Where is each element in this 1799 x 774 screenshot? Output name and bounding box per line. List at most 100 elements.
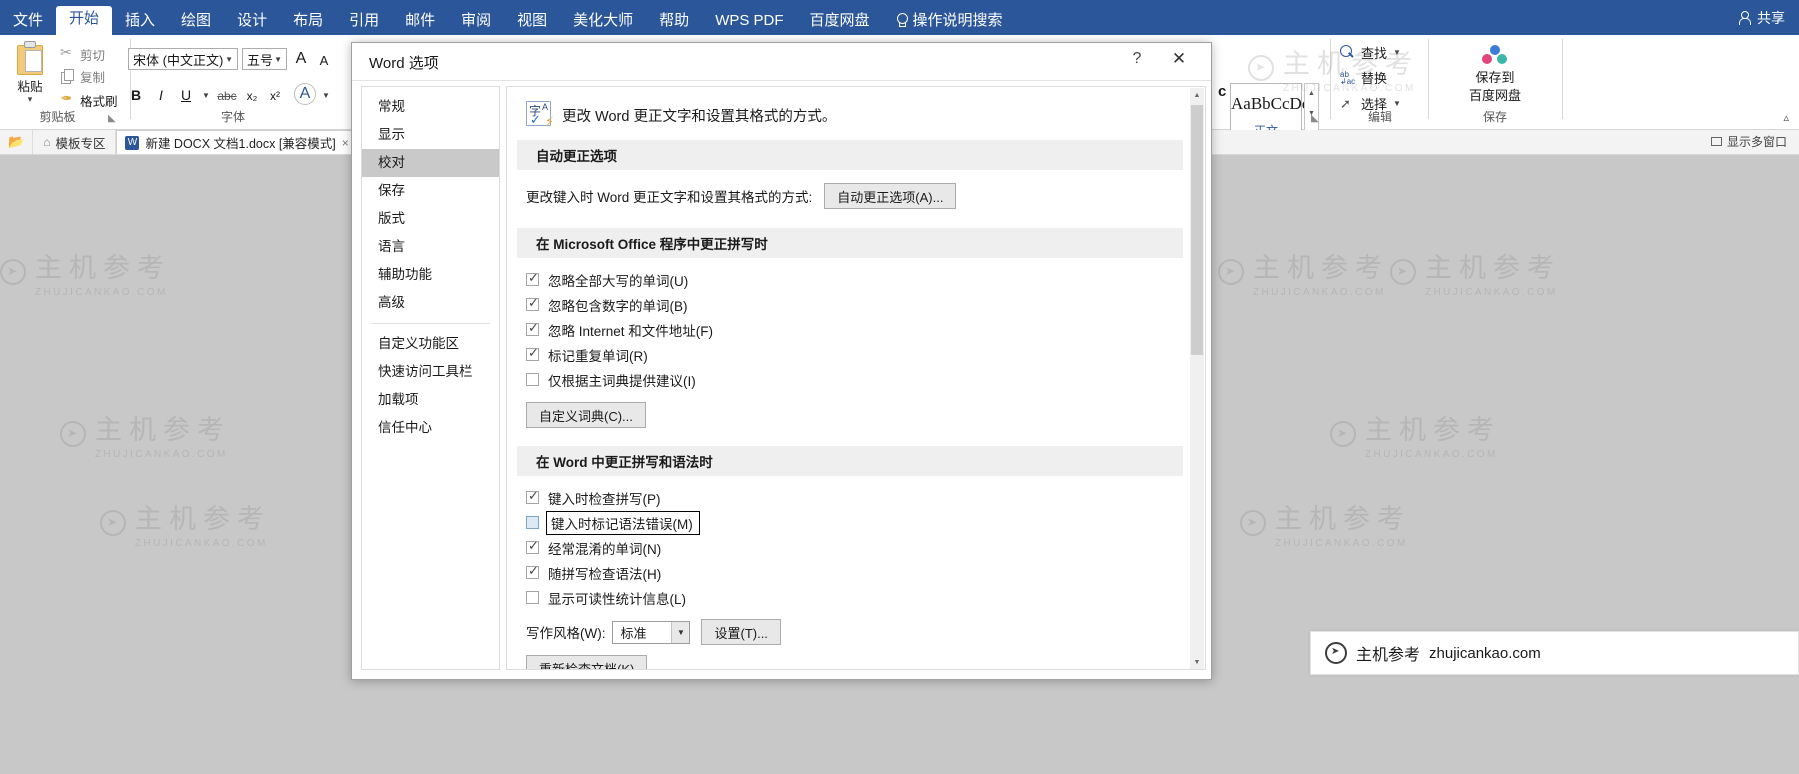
underline-dropdown-caret-icon[interactable]: ▼ (200, 87, 212, 103)
checkbox-ignore-internet-addresses[interactable] (526, 320, 539, 336)
nav-item-proofing[interactable]: 校对 (362, 149, 499, 177)
dialog-pane-scrollbar[interactable]: ▲ ▼ (1190, 88, 1204, 669)
nav-item-general[interactable]: 常规 (362, 93, 499, 121)
checkbox-row-show-readability-statistics[interactable]: 显示可读性统计信息(L) (507, 585, 1193, 610)
nav-item-accessibility[interactable]: 辅助功能 (362, 261, 499, 289)
checkbox-frequently-confused-words[interactable] (526, 538, 539, 554)
checkbox-ignore-uppercase[interactable] (526, 270, 539, 286)
text-effects-icon[interactable]: A (294, 83, 316, 105)
tell-me-search[interactable]: 操作说明搜索 (883, 8, 1016, 35)
close-button[interactable]: ✕ (1167, 49, 1191, 69)
subscript-button[interactable]: x₂ (243, 87, 261, 105)
font-name-combo[interactable]: 宋体 (中文正文) ▼ (128, 48, 238, 70)
checkbox-mark-grammar-errors-as-you-type[interactable] (526, 516, 539, 529)
nav-item-advanced[interactable]: 高级 (362, 289, 499, 317)
checkbox-row-check-grammar-with-spelling[interactable]: 随拼写检查语法(H) (507, 560, 1193, 585)
ribbon-tab-design[interactable]: 设计 (224, 8, 280, 35)
superscript-button[interactable]: x² (266, 87, 284, 105)
writing-style-combo[interactable]: 标准 ▼ (612, 620, 691, 644)
copy-button[interactable]: 复制 (60, 67, 105, 86)
document-tab[interactable]: W 新建 DOCX 文档1.docx [兼容模式] × (116, 130, 358, 154)
nav-item-customize-ribbon[interactable]: 自定义功能区 (362, 330, 499, 358)
find-button[interactable]: 查找 ▼ (1340, 43, 1401, 62)
shrink-font-button[interactable]: A (315, 50, 333, 70)
replace-icon: ab ↲ac (1340, 69, 1356, 86)
scroll-up-arrow-icon[interactable]: ▲ (1190, 88, 1204, 103)
bold-button[interactable]: B (127, 85, 145, 105)
ribbon-tab-draw[interactable]: 绘图 (168, 8, 224, 35)
site-badge-url: zhujicankao.com (1429, 644, 1541, 662)
ribbon-tab-beautify[interactable]: 美化大师 (560, 8, 646, 35)
document-tab-label: 新建 DOCX 文档1.docx [兼容模式] (145, 137, 336, 151)
checkbox-row-suggest-from-main-dictionary[interactable]: 仅根据主词典提供建议(I) (507, 367, 1193, 392)
paste-dropdown-caret-icon[interactable]: ▾ (8, 95, 52, 104)
checkbox-suggest-from-main-dictionary[interactable] (526, 373, 539, 386)
nav-item-quick-access-toolbar[interactable]: 快速访问工具栏 (362, 358, 499, 386)
chevron-down-icon[interactable]: ▼ (671, 621, 690, 643)
scrollbar-thumb[interactable] (1191, 105, 1203, 355)
checkbox-label: 忽略 Internet 和文件地址(F) (548, 323, 714, 339)
nav-item-save[interactable]: 保存 (362, 177, 499, 205)
checkbox-label: 显示可读性统计信息(L) (548, 591, 686, 607)
person-add-icon (1739, 11, 1753, 25)
template-zone-label: 模板专区 (55, 136, 106, 151)
ribbon-tab-home[interactable]: 开始 (56, 6, 113, 35)
styles-dialog-launcher[interactable]: ◣ (1311, 113, 1319, 124)
ribbon-tab-help[interactable]: 帮助 (646, 8, 702, 35)
ribbon-tab-file[interactable]: 文件 (0, 8, 56, 35)
recheck-document-button[interactable]: 重新检查文档(K) (526, 655, 648, 669)
ribbon-tab-review[interactable]: 审阅 (448, 8, 504, 35)
nav-item-display[interactable]: 显示 (362, 121, 499, 149)
checkbox-ignore-numbers[interactable] (526, 295, 539, 311)
ribbon-tab-insert[interactable]: 插入 (112, 8, 168, 35)
checkbox-check-spelling-as-you-type[interactable] (526, 488, 539, 504)
checkbox-flag-repeated-words[interactable] (526, 345, 539, 361)
nav-item-layout[interactable]: 版式 (362, 205, 499, 233)
template-zone-tab[interactable]: ⌂ 模板专区 (32, 130, 117, 154)
checkbox-row-check-spelling-as-you-type[interactable]: 键入时检查拼写(P) (507, 485, 1193, 510)
save-to-baidu-netdisk-button[interactable]: 保存到 百度网盘 (1440, 45, 1550, 105)
scroll-down-arrow-icon[interactable]: ▼ (1190, 655, 1204, 669)
strikethrough-button[interactable]: abc (216, 87, 238, 105)
ribbon-tab-mailings[interactable]: 邮件 (392, 8, 448, 35)
chevron-down-icon[interactable]: ▼ (1393, 48, 1401, 57)
grammar-settings-button[interactable]: 设置(T)... (701, 619, 781, 645)
close-tab-icon[interactable]: × (342, 136, 349, 150)
show-multiple-windows-button[interactable]: 显示多窗口 (1710, 133, 1787, 150)
ribbon-tab-layout[interactable]: 布局 (280, 8, 336, 35)
paste-button[interactable]: 粘贴 ▾ (8, 41, 52, 104)
share-button[interactable]: 共享 (1739, 8, 1785, 28)
autocorrect-options-button[interactable]: 自动更正选项(A)... (824, 183, 957, 209)
checkbox-row-ignore-internet-addresses[interactable]: 忽略 Internet 和文件地址(F) (507, 317, 1193, 342)
nav-item-addins[interactable]: 加载项 (362, 386, 499, 414)
nav-item-trust-center[interactable]: 信任中心 (362, 414, 499, 442)
text-effects-caret-icon[interactable]: ▼ (320, 87, 332, 103)
replace-button[interactable]: ab ↲ac 替换 (1340, 68, 1387, 87)
gallery-up-arrow-icon[interactable]: ▲ (1308, 90, 1315, 97)
clipboard-dialog-launcher[interactable]: ◣ (108, 113, 116, 124)
checkbox-check-grammar-with-spelling[interactable] (526, 563, 539, 579)
open-folder-icon[interactable]: 📂 (8, 134, 24, 150)
font-group-label: 字体 (220, 110, 245, 124)
grow-font-button[interactable]: A (292, 49, 310, 69)
chevron-down-icon[interactable]: ▼ (1393, 99, 1401, 108)
checkbox-show-readability-statistics[interactable] (526, 591, 539, 604)
ribbon-tab-wps-pdf[interactable]: WPS PDF (702, 8, 796, 35)
help-button[interactable]: ? (1125, 50, 1149, 68)
checkbox-row-flag-repeated-words[interactable]: 标记重复单词(R) (507, 342, 1193, 367)
checkbox-row-ignore-numbers[interactable]: 忽略包含数字的单词(B) (507, 292, 1193, 317)
dialog-title-bar: Word 选项 ? ✕ (352, 43, 1211, 81)
font-size-combo[interactable]: 五号 ▼ (242, 48, 287, 70)
ribbon-tab-view[interactable]: 视图 (504, 8, 560, 35)
italic-button[interactable]: I (152, 85, 170, 105)
ribbon-tab-references[interactable]: 引用 (336, 8, 392, 35)
checkbox-row-ignore-uppercase[interactable]: 忽略全部大写的单词(U) (507, 267, 1193, 292)
collapse-ribbon-icon[interactable]: ▵ (1783, 111, 1789, 124)
checkbox-row-mark-grammar-errors-as-you-type[interactable]: 键入时标记语法错误(M) (507, 510, 1193, 535)
checkbox-row-frequently-confused-words[interactable]: 经常混淆的单词(N) (507, 535, 1193, 560)
custom-dictionaries-button[interactable]: 自定义词典(C)... (526, 402, 646, 428)
underline-button[interactable]: U (177, 85, 195, 105)
nav-item-language[interactable]: 语言 (362, 233, 499, 261)
ribbon-tab-baidu-netdisk[interactable]: 百度网盘 (797, 8, 883, 35)
cut-button[interactable]: 剪切 (60, 44, 105, 64)
